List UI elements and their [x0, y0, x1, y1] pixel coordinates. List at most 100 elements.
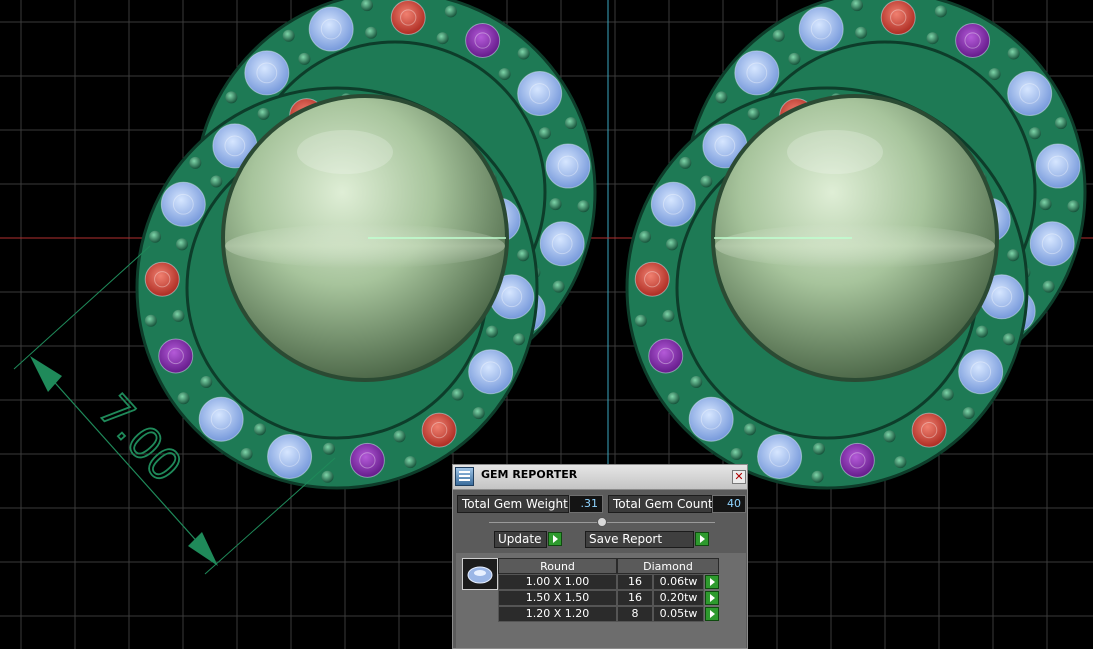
diamond-gem — [1029, 221, 1075, 267]
prong-bead — [941, 388, 954, 401]
row-size: 1.00 X 1.00 — [498, 574, 617, 590]
type-column-header: Diamond — [617, 558, 719, 574]
total-gem-weight-label: Total Gem Weight — [457, 495, 569, 513]
shape-column-header: Round — [498, 558, 617, 574]
save-report-button[interactable]: Save Report — [585, 531, 694, 548]
prong-bead — [322, 442, 335, 455]
ruby-gem — [390, 0, 426, 35]
diamond-gem — [160, 181, 206, 227]
save-report-go-icon[interactable] — [695, 532, 709, 546]
diamond-gem — [198, 396, 244, 442]
amethyst-gem — [465, 23, 501, 59]
row-weight: 0.05tw — [653, 606, 704, 622]
prong-bead — [538, 127, 551, 140]
prong-bead — [667, 392, 680, 405]
prong-bead — [298, 52, 311, 65]
update-button-label: Update — [498, 532, 542, 546]
prong-bead — [393, 430, 406, 443]
prong-bead — [926, 32, 939, 45]
row-weight: 0.20tw — [653, 590, 704, 606]
gem-shape-icon[interactable] — [462, 558, 498, 590]
prong-bead — [240, 447, 253, 460]
prong-bead — [962, 407, 975, 420]
prong-bead — [855, 26, 868, 39]
gem-reporter-app-icon — [455, 467, 474, 486]
prong-bead — [512, 333, 525, 346]
diamond-gem — [308, 6, 354, 52]
prong-bead — [365, 26, 378, 39]
ruby-gem — [880, 0, 916, 35]
diamond-gem — [798, 6, 844, 52]
prong-bead — [485, 325, 498, 338]
prong-bead — [811, 470, 824, 483]
gem-reporter-titlebar[interactable]: GEM REPORTER ✕ — [453, 465, 747, 490]
prong-bead — [1007, 249, 1020, 262]
diamond-gem — [545, 143, 591, 189]
row-go-icon[interactable] — [705, 607, 719, 621]
amethyst-gem — [349, 442, 385, 478]
prong-bead — [253, 423, 266, 436]
row-go-icon[interactable] — [705, 575, 719, 589]
prong-bead — [1039, 198, 1052, 211]
diamond-gem — [517, 71, 563, 117]
prong-bead — [883, 430, 896, 443]
prong-bead — [1067, 200, 1080, 213]
update-go-icon[interactable] — [548, 532, 562, 546]
prong-bead — [577, 200, 590, 213]
diamond-gem — [267, 433, 313, 479]
row-go-icon[interactable] — [705, 591, 719, 605]
total-gem-count-value: 40 — [712, 495, 746, 513]
prong-bead — [894, 456, 907, 469]
prong-bead — [934, 5, 947, 18]
prong-bead — [730, 447, 743, 460]
prong-bead — [1002, 333, 1015, 346]
prong-bead — [144, 314, 157, 327]
amethyst-gem — [839, 442, 875, 478]
prong-bead — [1007, 47, 1020, 60]
prong-bead — [715, 91, 728, 104]
amethyst-gem — [158, 338, 194, 374]
prong-bead — [690, 375, 703, 388]
prong-bead — [498, 68, 511, 81]
diamond-gem — [468, 349, 514, 395]
prong-bead — [552, 280, 565, 293]
diamond-gem — [539, 221, 585, 267]
diamond-gem — [734, 50, 780, 96]
prong-bead — [436, 32, 449, 45]
total-gem-count-label: Total Gem Count — [608, 495, 713, 513]
gem-table: Round Diamond 1.00 X 1.00 16 0.06tw 1.50… — [456, 553, 746, 648]
prong-bead — [282, 29, 295, 42]
prong-bead — [189, 156, 202, 169]
prong-bead — [1028, 127, 1041, 140]
save-report-button-label: Save Report — [589, 532, 663, 546]
row-count: 16 — [617, 574, 653, 590]
earring-left[interactable] — [135, 0, 597, 490]
prong-bead — [662, 309, 675, 322]
prong-bead — [700, 175, 713, 188]
prong-bead — [472, 407, 485, 420]
diamond-gem — [244, 50, 290, 96]
row-size: 1.20 X 1.20 — [498, 606, 617, 622]
prong-bead — [149, 230, 162, 243]
close-icon[interactable]: ✕ — [732, 470, 746, 484]
prong-bead — [639, 230, 652, 243]
prong-bead — [177, 392, 190, 405]
earring-right[interactable] — [625, 0, 1087, 490]
diamond-gem — [1035, 143, 1081, 189]
diamond-gem — [958, 349, 1004, 395]
prong-bead — [321, 470, 334, 483]
collapse-toggle-icon[interactable] — [597, 517, 607, 527]
prong-bead — [210, 175, 223, 188]
prong-bead — [404, 456, 417, 469]
prong-bead — [812, 442, 825, 455]
prong-bead — [176, 238, 189, 251]
prong-bead — [200, 375, 213, 388]
gem-reporter-title: GEM REPORTER — [481, 468, 578, 481]
prong-bead — [549, 198, 562, 211]
prong-bead — [444, 5, 457, 18]
diamond-gem — [1007, 71, 1053, 117]
amethyst-gem — [955, 23, 991, 59]
prong-bead — [743, 423, 756, 436]
update-button[interactable]: Update — [494, 531, 547, 548]
diamond-gem — [688, 396, 734, 442]
